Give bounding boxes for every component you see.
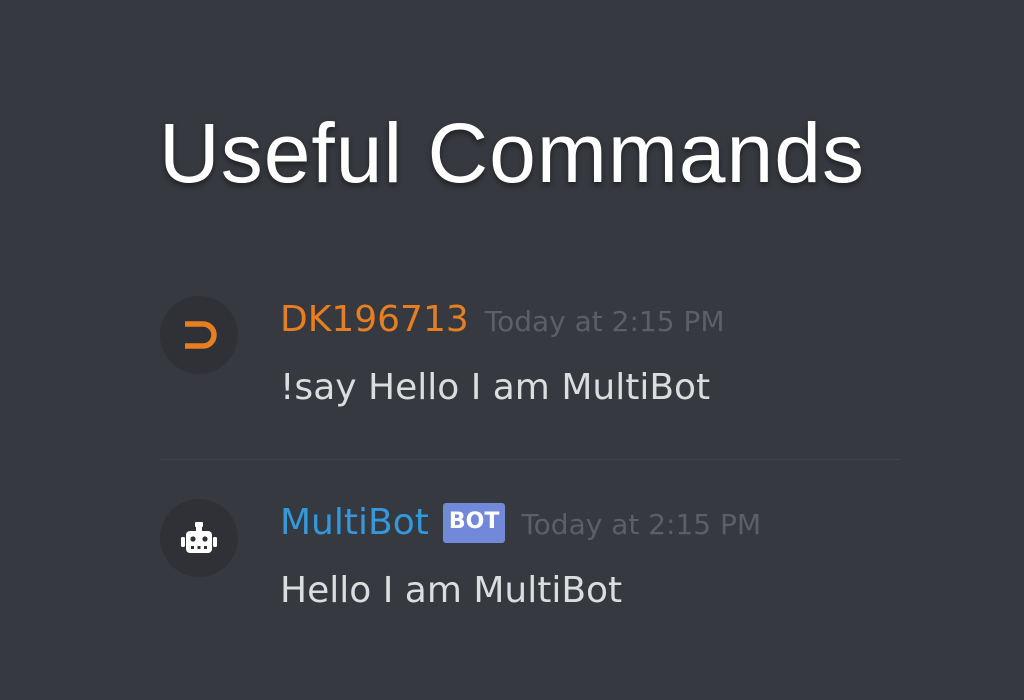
message-item: DK196713 Today at 2:15 PM !say Hello I a… <box>160 292 900 408</box>
page-title: Useful Commands <box>159 106 865 200</box>
message-header: DK196713 Today at 2:15 PM <box>280 298 725 342</box>
timestamp: Today at 2:15 PM <box>484 305 725 338</box>
message-text: Hello I am MultiBot <box>280 570 623 611</box>
dk-logo-icon <box>185 321 217 349</box>
message-text: !say Hello I am MultiBot <box>280 367 711 408</box>
username[interactable]: DK196713 <box>280 298 469 342</box>
page: Useful Commands DK196713 Today at 2:15 P… <box>0 0 1024 700</box>
robot-icon <box>181 522 217 553</box>
message-divider <box>160 459 900 460</box>
avatar[interactable] <box>160 499 238 577</box>
username[interactable]: MultiBot <box>280 501 429 545</box>
message-header: MultiBot BOT Today at 2:15 PM <box>280 501 761 545</box>
avatar[interactable] <box>160 296 238 374</box>
timestamp: Today at 2:15 PM <box>521 508 762 541</box>
bot-badge: BOT <box>442 503 506 543</box>
message-item: MultiBot BOT Today at 2:15 PM Hello I am… <box>160 495 900 611</box>
